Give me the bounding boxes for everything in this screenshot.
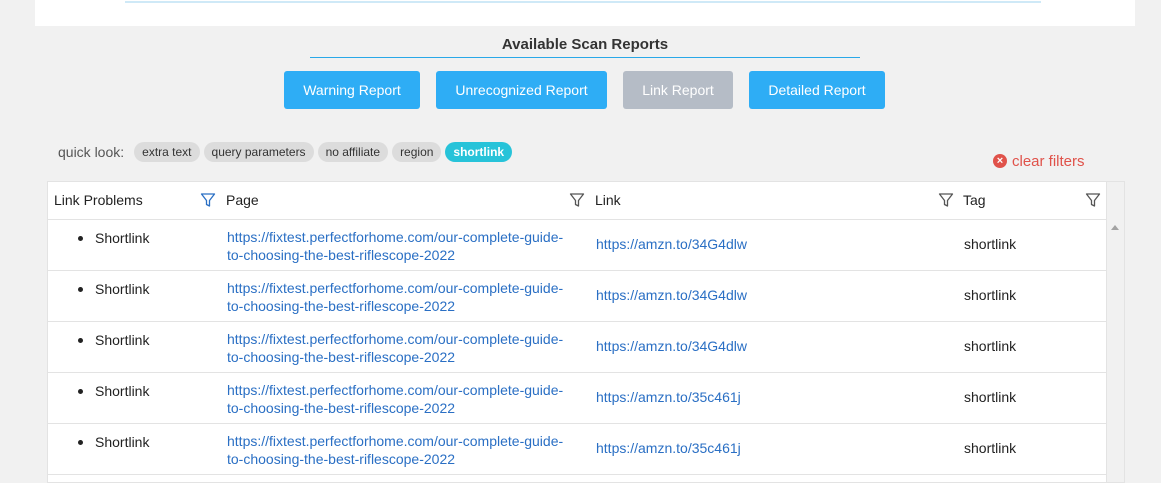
bullet-icon xyxy=(78,337,83,343)
column-header-tag: Tag xyxy=(963,192,986,208)
bullet-icon xyxy=(78,439,83,445)
tag-value: shortlink xyxy=(964,287,1017,303)
column-header-link: Link xyxy=(595,192,621,208)
quick-look-label: quick look: xyxy=(58,144,125,160)
page-link[interactable]: https://fixtest.perfectforhome.com/our-c… xyxy=(227,330,587,366)
warning-report-button[interactable]: Warning Report xyxy=(284,71,420,109)
bullet-icon xyxy=(78,235,83,241)
page-link[interactable]: https://fixtest.perfectforhome.com/our-c… xyxy=(227,432,587,468)
link-problem: Shortlink xyxy=(78,281,149,297)
tag-value: shortlink xyxy=(964,338,1017,354)
filter-icon[interactable] xyxy=(938,192,954,208)
chip-extra-text[interactable]: extra text xyxy=(134,142,200,162)
link-table: Link Problems Page Link Tag Shortlink ht… xyxy=(47,181,1125,483)
bullet-icon xyxy=(78,286,83,292)
chip-query-parameters[interactable]: query parameters xyxy=(203,142,314,162)
column-header-page: Page xyxy=(226,192,259,208)
page-link[interactable]: https://fixtest.perfectforhome.com/our-c… xyxy=(227,381,587,417)
short-link[interactable]: https://amzn.to/34G4dlw xyxy=(596,287,747,303)
top-panel-input-edge xyxy=(125,0,1041,3)
clear-filters-label: clear filters xyxy=(1012,152,1085,170)
table-row: Shortlink https://fixtest.perfectforhome… xyxy=(48,220,1106,271)
filter-icon[interactable] xyxy=(1085,192,1101,208)
table-row: Shortlink https://fixtest.perfectforhome… xyxy=(48,271,1106,322)
scroll-up-icon[interactable] xyxy=(1111,225,1119,230)
page-link[interactable]: https://fixtest.perfectforhome.com/our-c… xyxy=(227,279,587,315)
column-header-link-problems: Link Problems xyxy=(54,192,143,208)
table-scrollbar[interactable] xyxy=(1106,182,1124,482)
link-problem: Shortlink xyxy=(78,230,149,246)
short-link[interactable]: https://amzn.to/34G4dlw xyxy=(596,338,747,354)
chip-no-affiliate[interactable]: no affiliate xyxy=(317,142,389,162)
unrecognized-report-button[interactable]: Unrecognized Report xyxy=(436,71,607,109)
filter-icon[interactable] xyxy=(200,192,216,208)
detailed-report-button[interactable]: Detailed Report xyxy=(749,71,885,109)
table-row: Shortlink https://fixtest.perfectforhome… xyxy=(48,373,1106,424)
section-title: Available Scan Reports xyxy=(501,36,669,53)
table-header: Link Problems Page Link Tag xyxy=(48,182,1106,220)
quick-look-filters: quick look: extra text query parameters … xyxy=(58,142,516,162)
top-panel xyxy=(35,0,1135,26)
tag-value: shortlink xyxy=(964,440,1017,456)
short-link[interactable]: https://amzn.to/35c461j xyxy=(596,389,741,405)
link-report-button[interactable]: Link Report xyxy=(623,71,733,109)
link-problem: Shortlink xyxy=(78,332,149,348)
link-problem: Shortlink xyxy=(78,383,149,399)
clear-filters-button[interactable]: × clear filters xyxy=(993,151,1085,171)
chip-region[interactable]: region xyxy=(392,142,442,162)
tag-value: shortlink xyxy=(964,389,1017,405)
table-row: Shortlink https://fixtest.perfectforhome… xyxy=(48,322,1106,373)
filter-icon[interactable] xyxy=(569,192,585,208)
link-problem: Shortlink xyxy=(78,434,149,450)
close-circle-icon: × xyxy=(993,154,1007,168)
table-row: Shortlink https://fixtest.perfectforhome… xyxy=(48,424,1106,475)
short-link[interactable]: https://amzn.to/35c461j xyxy=(596,440,741,456)
chip-shortlink[interactable]: shortlink xyxy=(445,142,513,162)
title-divider xyxy=(310,57,860,58)
page-link[interactable]: https://fixtest.perfectforhome.com/our-c… xyxy=(227,228,587,264)
tag-value: shortlink xyxy=(964,236,1017,252)
bullet-icon xyxy=(78,388,83,394)
short-link[interactable]: https://amzn.to/34G4dlw xyxy=(596,236,747,252)
